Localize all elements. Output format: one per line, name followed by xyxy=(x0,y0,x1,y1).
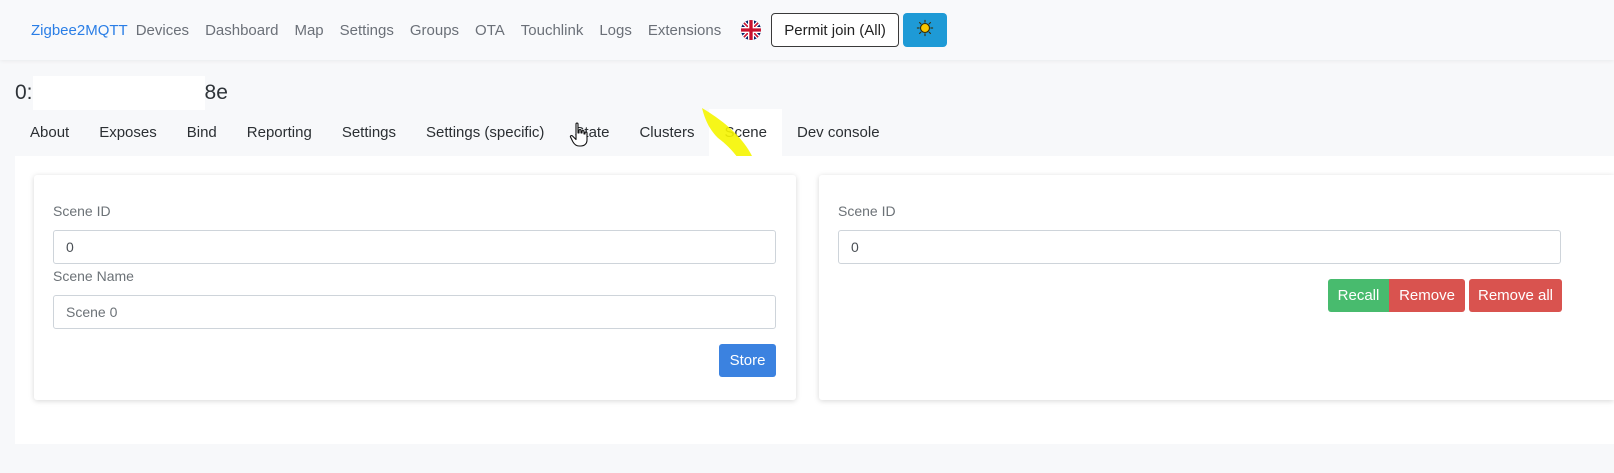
device-title-suffix: 8e xyxy=(204,81,228,104)
permit-join-button[interactable]: Permit join (All) xyxy=(771,13,899,47)
scene-content-panel: Scene ID 0 Scene Name Scene 0 Store Scen… xyxy=(15,156,1614,444)
nav-touchlink[interactable]: Touchlink xyxy=(521,22,584,39)
store-button[interactable]: Store xyxy=(719,344,776,377)
nav-groups[interactable]: Groups xyxy=(410,22,459,39)
nav-settings[interactable]: Settings xyxy=(340,22,394,39)
sun-icon xyxy=(916,19,934,42)
top-navbar: Zigbee2MQTT Devices Dashboard Map Settin… xyxy=(0,0,1614,60)
tab-exposes[interactable]: Exposes xyxy=(84,109,172,156)
theme-toggle-button[interactable] xyxy=(902,13,947,47)
remove-button[interactable]: Remove xyxy=(1389,279,1465,312)
nav-ota[interactable]: OTA xyxy=(475,22,505,39)
tab-settings[interactable]: Settings xyxy=(327,109,411,156)
redacted-block xyxy=(32,76,205,110)
hand-cursor-icon xyxy=(569,122,588,147)
scene-name-input[interactable]: Scene 0 xyxy=(53,295,776,329)
scene-id-input[interactable]: 0 xyxy=(53,230,776,264)
scene-id-input[interactable]: 0 xyxy=(838,230,1561,264)
brand-link[interactable]: Zigbee2MQTT xyxy=(31,22,128,39)
scene-id-label: Scene ID xyxy=(838,203,896,219)
device-title: 0: 8e xyxy=(15,76,228,110)
tab-bind[interactable]: Bind xyxy=(172,109,232,156)
device-tabs: About Exposes Bind Reporting Settings Se… xyxy=(15,109,895,156)
tab-dev-console[interactable]: Dev console xyxy=(782,109,895,156)
scene-name-label: Scene Name xyxy=(53,268,134,284)
device-title-prefix: 0: xyxy=(15,81,33,104)
nav-extensions[interactable]: Extensions xyxy=(648,22,721,39)
recall-scene-card: Scene ID 0 Recall Remove Remove all xyxy=(819,175,1614,400)
nav-dashboard[interactable]: Dashboard xyxy=(205,22,278,39)
nav-devices[interactable]: Devices xyxy=(136,22,189,39)
tab-about[interactable]: About xyxy=(15,109,84,156)
nav-logs[interactable]: Logs xyxy=(599,22,632,39)
remove-all-button[interactable]: Remove all xyxy=(1469,279,1562,312)
store-scene-card: Scene ID 0 Scene Name Scene 0 Store xyxy=(34,175,796,400)
tab-clusters[interactable]: Clusters xyxy=(624,109,709,156)
tab-reporting[interactable]: Reporting xyxy=(232,109,327,156)
highlight-marker xyxy=(702,108,752,158)
tab-settings-specific[interactable]: Settings (specific) xyxy=(411,109,559,156)
scene-id-label: Scene ID xyxy=(53,203,111,219)
uk-flag-icon[interactable] xyxy=(741,20,762,40)
recall-button[interactable]: Recall xyxy=(1328,279,1389,312)
nav-map[interactable]: Map xyxy=(294,22,323,39)
